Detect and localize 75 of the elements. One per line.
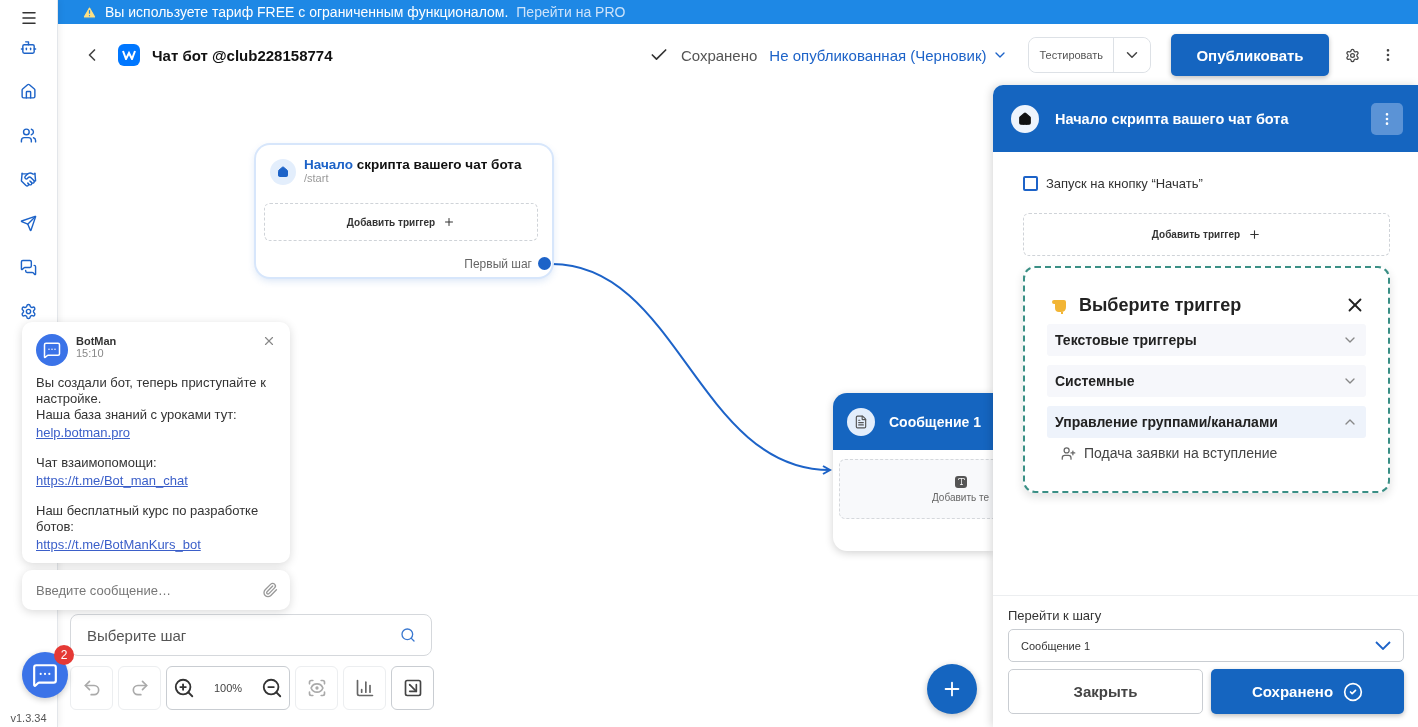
trigger-group[interactable]: Управление группами/каналами bbox=[1047, 406, 1366, 438]
handshake-icon[interactable] bbox=[18, 169, 39, 189]
chat-link[interactable]: https://t.me/BotManKurs_bot bbox=[36, 537, 201, 553]
chat-time: 15:10 bbox=[76, 347, 105, 359]
trigger-option[interactable]: Подача заявки на вступление bbox=[1047, 445, 1292, 461]
add-text-area[interactable]: Добавить те bbox=[839, 459, 993, 519]
text-icon bbox=[955, 475, 967, 488]
plus-icon bbox=[443, 216, 456, 228]
trigger-group[interactable]: Системные bbox=[1047, 365, 1366, 397]
chat-link[interactable]: help.botman.pro bbox=[36, 425, 130, 441]
add-step-button[interactable] bbox=[927, 664, 977, 714]
chat-link[interactable]: https://t.me/Bot_man_chat bbox=[36, 473, 188, 489]
home-icon[interactable] bbox=[18, 81, 39, 101]
banner-text: Вы используете тариф FREE с ограниченным функционалом. bbox=[105, 4, 509, 20]
version-label: v1.3.34 bbox=[10, 712, 47, 724]
zoom-out-button[interactable] bbox=[261, 677, 283, 699]
add-trigger-button[interactable]: Добавить триггер bbox=[1023, 213, 1390, 256]
focus-icon bbox=[306, 678, 327, 698]
chat-input-field[interactable]: Введите сообщение… bbox=[22, 570, 290, 610]
bot-title: Чат бот @club228158774 bbox=[152, 46, 333, 64]
chat-text: Чат взаимопомощи: bbox=[36, 455, 158, 471]
step-select[interactable]: Сообщение 1 bbox=[1008, 629, 1404, 662]
close-icon bbox=[262, 334, 276, 348]
output-label: Первый шаг bbox=[464, 257, 532, 271]
publish-button[interactable]: Опубликовать bbox=[1171, 34, 1329, 76]
undo-icon bbox=[81, 678, 102, 698]
step-search-field[interactable]: Выберите шаг bbox=[70, 614, 432, 656]
user-plus-icon bbox=[1061, 445, 1076, 461]
send-icon[interactable] bbox=[18, 213, 39, 233]
output-port[interactable] bbox=[538, 257, 551, 270]
node-title: Сообщение 1 bbox=[889, 413, 981, 430]
chat-avatar-icon bbox=[36, 334, 68, 366]
zoom-in-button[interactable] bbox=[173, 677, 195, 699]
save-button[interactable]: Сохранено bbox=[1211, 669, 1404, 714]
export-button[interactable] bbox=[391, 666, 434, 710]
logo-icon bbox=[118, 44, 140, 66]
close-button[interactable]: Закрыть bbox=[1008, 669, 1203, 714]
warning-icon bbox=[82, 4, 97, 20]
stats-button[interactable] bbox=[343, 666, 386, 710]
settings-icon bbox=[1345, 47, 1360, 63]
bar-chart-icon bbox=[354, 678, 375, 698]
users-icon[interactable] bbox=[18, 125, 39, 145]
arrow-down-right-icon bbox=[402, 678, 423, 698]
start-node[interactable]: Начало скрипта вашего чат бота /start Добавить триггер Первый шаг bbox=[256, 145, 552, 277]
add-trigger-button[interactable]: Добавить триггер bbox=[264, 203, 538, 241]
chat-icon bbox=[32, 662, 58, 688]
search-icon bbox=[400, 627, 416, 643]
node-command: /start bbox=[304, 172, 330, 184]
check-circle-icon bbox=[1343, 681, 1364, 702]
chevron-down-icon bbox=[1375, 641, 1391, 650]
chat-text: Наш бесплатный курс по разработке ботов: bbox=[36, 503, 260, 535]
goto-label: Перейти к шагу bbox=[1008, 608, 1103, 623]
test-button[interactable]: Тестировать bbox=[1029, 38, 1114, 72]
attach-icon[interactable] bbox=[262, 582, 278, 598]
plus-icon bbox=[1248, 228, 1262, 241]
picker-title: Выберите триггер bbox=[1079, 294, 1243, 316]
chats-icon[interactable] bbox=[18, 257, 39, 277]
home-icon bbox=[270, 159, 296, 185]
zoom-out-icon bbox=[261, 677, 283, 699]
chat-text: Вы создали бот, теперь приступайте к настройке. bbox=[36, 375, 267, 407]
chat-sender: BotMan bbox=[76, 335, 117, 347]
node-title: Начало скрипта вашего чат бота bbox=[304, 157, 522, 172]
save-status: Сохранено bbox=[680, 46, 758, 64]
checkbox[interactable] bbox=[1023, 176, 1038, 191]
home-icon bbox=[1011, 104, 1039, 133]
chat-text: Наша база знаний с уроками тут: bbox=[36, 407, 238, 423]
zoom-level: 100% bbox=[213, 682, 243, 694]
checkbox-label: Запуск на кнопку “Начать” bbox=[1046, 176, 1203, 191]
add-text-label: Добавить те bbox=[932, 491, 989, 503]
publish-status-dropdown[interactable]: Не опубликованная (Черновик) bbox=[769, 46, 1009, 64]
document-icon bbox=[847, 407, 875, 436]
panel-title: Начало скрипта вашего чат бота bbox=[1055, 110, 1290, 127]
message-node[interactable]: Сообщение 1 Добавить те bbox=[833, 393, 993, 551]
trigger-group[interactable]: Текстовые триггеры bbox=[1047, 324, 1366, 356]
zoom-in-icon bbox=[173, 677, 195, 699]
